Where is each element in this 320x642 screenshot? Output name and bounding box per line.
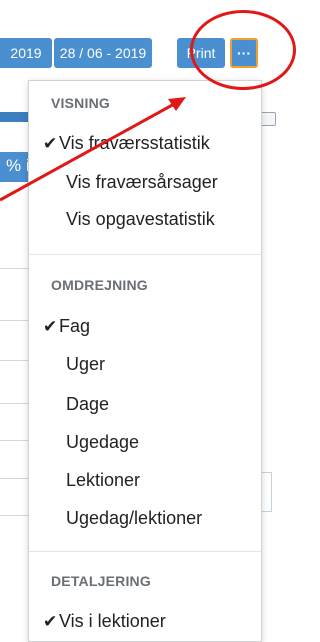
annotation-arrow-icon [0, 97, 186, 202]
